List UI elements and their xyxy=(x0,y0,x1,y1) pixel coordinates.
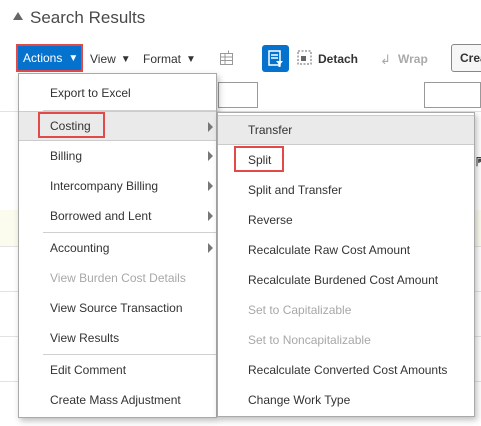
search-results-header: Search Results xyxy=(0,0,481,40)
filter-icon xyxy=(268,50,283,67)
menu-item-split-and-transfer[interactable]: Split and Transfer xyxy=(218,175,474,205)
menu-item-borrowed-and-lent[interactable]: Borrowed and Lent xyxy=(19,201,216,231)
menu-item-intercompany-billing[interactable]: Intercompany Billing xyxy=(19,171,216,201)
menu-item-create-mass-adjustment[interactable]: Create Mass Adjustment xyxy=(19,385,216,415)
menu-item-recalculate-burdened-cost-amount[interactable]: Recalculate Burdened Cost Amount xyxy=(218,265,474,295)
costing-highlight-box xyxy=(38,112,105,138)
menu-item-billing[interactable]: Billing xyxy=(19,141,216,171)
split-highlight-box xyxy=(234,146,284,172)
submenu-arrow-icon xyxy=(208,151,213,161)
create-button[interactable]: Crea xyxy=(451,44,481,72)
menu-item-recalculate-raw-cost-amount[interactable]: Recalculate Raw Cost Amount xyxy=(218,235,474,265)
menu-item-set-to-capitalizable: Set to Capitalizable xyxy=(248,303,352,317)
caret-down-icon: ▼ xyxy=(186,53,196,65)
caret-down-icon: ▼ xyxy=(68,52,79,64)
filter-input[interactable] xyxy=(424,82,481,108)
menu-item-edit-comment[interactable]: Edit Comment xyxy=(19,355,216,385)
mouse-cursor-icon: ⇱ xyxy=(476,155,481,169)
menu-item-view-results[interactable]: View Results xyxy=(19,323,216,353)
wrap-icon: ↲ xyxy=(380,52,391,67)
menu-item-view-source-transaction[interactable]: View Source Transaction xyxy=(19,293,216,323)
view-menu-button[interactable]: View ▼ xyxy=(90,52,131,66)
actions-label: Actions xyxy=(23,51,63,65)
submenu-arrow-icon xyxy=(208,122,213,132)
menu-item-reverse[interactable]: Reverse xyxy=(218,205,474,235)
detach-button[interactable]: Detach xyxy=(318,52,358,66)
query-by-example-button[interactable] xyxy=(262,45,289,72)
menu-item-transfer[interactable]: Transfer xyxy=(218,115,474,145)
submenu-arrow-icon xyxy=(208,211,213,221)
wrap-button[interactable]: Wrap xyxy=(398,52,428,66)
caret-down-icon: ▼ xyxy=(120,53,131,65)
format-menu-button[interactable]: Format ▼ xyxy=(143,52,196,66)
collapse-triangle-icon[interactable] xyxy=(13,12,23,20)
view-label: View xyxy=(90,52,116,66)
menu-item-change-work-type[interactable]: Change Work Type xyxy=(218,385,474,415)
menu-item-view-burden-cost-details: View Burden Cost Details xyxy=(50,271,186,285)
page-title: Search Results xyxy=(30,8,146,27)
format-label: Format xyxy=(143,52,182,66)
freeze-columns-icon[interactable] xyxy=(219,50,235,66)
menu-item-export-to-excel[interactable]: Export to Excel xyxy=(19,78,216,108)
actions-menu-button[interactable]: Actions ▼ xyxy=(16,44,83,72)
menu-item-recalculate-converted-cost-amounts[interactable]: Recalculate Converted Cost Amounts xyxy=(218,355,474,385)
menu-item-accounting[interactable]: Accounting xyxy=(19,233,216,263)
submenu-arrow-icon xyxy=(208,181,213,191)
menu-item-set-to-noncapitalizable: Set to Noncapitalizable xyxy=(248,333,371,347)
filter-input[interactable] xyxy=(218,82,258,108)
detach-icon[interactable] xyxy=(297,50,312,65)
submenu-arrow-icon xyxy=(208,243,213,253)
